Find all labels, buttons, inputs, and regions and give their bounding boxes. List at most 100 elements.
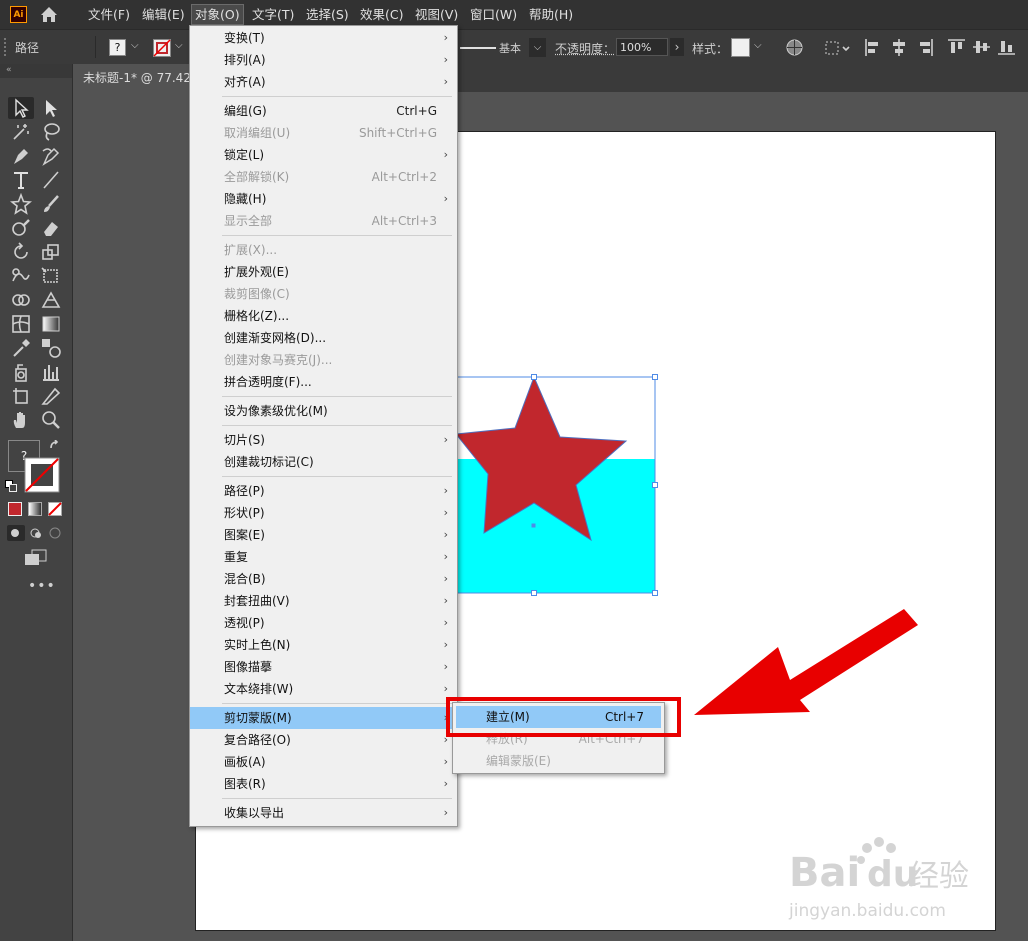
- object-menu-item[interactable]: 实时上色(N) ›: [190, 634, 457, 656]
- object-menu-item[interactable]: 切片(S) ›: [190, 429, 457, 451]
- magic-wand-tool-icon[interactable]: [10, 121, 32, 143]
- menu-object[interactable]: 对象(O): [191, 4, 244, 25]
- chevron-down-icon[interactable]: ⌵: [131, 40, 139, 51]
- swap-colors-icon[interactable]: [49, 440, 61, 452]
- align-right-icon[interactable]: [917, 39, 933, 56]
- object-menu-item[interactable]: 复合路径(O) ›: [190, 729, 457, 751]
- star-tool-icon[interactable]: [10, 193, 32, 215]
- lasso-tool-icon[interactable]: [40, 121, 62, 143]
- object-menu-item[interactable]: 文本绕排(W) ›: [190, 678, 457, 700]
- screen-mode-icon[interactable]: [24, 549, 48, 567]
- graphic-style-swatch[interactable]: [731, 38, 750, 57]
- warp-tool-icon[interactable]: [10, 265, 32, 287]
- rotate-tool-icon[interactable]: [10, 241, 32, 263]
- slice-tool-icon[interactable]: [40, 385, 62, 407]
- opacity-input[interactable]: 100%: [616, 38, 668, 56]
- gradient-tool-icon[interactable]: [40, 313, 62, 335]
- object-menu-item[interactable]: 封套扭曲(V) ›: [190, 590, 457, 612]
- object-menu-item[interactable]: 路径(P) ›: [190, 480, 457, 502]
- home-icon[interactable]: [40, 6, 58, 23]
- mesh-tool-icon[interactable]: [10, 313, 32, 335]
- column-graph-tool-icon[interactable]: [40, 361, 62, 383]
- object-menu-item[interactable]: 隐藏(H) ›: [190, 188, 457, 210]
- panel-grip[interactable]: [4, 38, 9, 56]
- object-menu-item[interactable]: 图像描摹 ›: [190, 656, 457, 678]
- color-mode-button[interactable]: [8, 502, 22, 516]
- menu-window[interactable]: 窗口(W): [467, 4, 520, 25]
- align-to-icon[interactable]: [825, 40, 851, 56]
- selection-tool-icon[interactable]: [10, 97, 32, 119]
- object-menu-item[interactable]: 创建裁切标记(C): [190, 451, 457, 473]
- object-menu-item[interactable]: 重复 ›: [190, 546, 457, 568]
- none-mode-button[interactable]: [48, 502, 62, 516]
- stroke-profile-label[interactable]: 基本: [499, 40, 521, 56]
- eyedropper-tool-icon[interactable]: [10, 337, 32, 359]
- align-top-icon[interactable]: [948, 39, 965, 55]
- chevron-down-icon[interactable]: ⌵: [175, 40, 183, 51]
- eraser-tool-icon[interactable]: [40, 217, 62, 239]
- stroke-color-box[interactable]: [24, 457, 60, 493]
- object-menu-item[interactable]: 形状(P) ›: [190, 502, 457, 524]
- curvature-tool-icon[interactable]: [40, 145, 62, 167]
- object-menu-item[interactable]: 栅格化(Z)...: [190, 305, 457, 327]
- free-transform-tool-icon[interactable]: [40, 265, 62, 287]
- chevron-down-icon[interactable]: ⌵: [754, 40, 762, 51]
- shape-builder-tool-icon[interactable]: [10, 289, 32, 311]
- menu-type[interactable]: 文字(T): [249, 4, 297, 25]
- object-menu-item[interactable]: 排列(A) ›: [190, 49, 457, 71]
- type-tool-icon[interactable]: [10, 169, 32, 191]
- collapse-icon[interactable]: «: [6, 65, 12, 75]
- document-tab[interactable]: 未标题-1* @ 77.42: [73, 64, 203, 92]
- artwork[interactable]: [430, 370, 670, 605]
- object-menu-item[interactable]: 图案(E) ›: [190, 524, 457, 546]
- object-menu-item[interactable]: 画板(A) ›: [190, 751, 457, 773]
- chevron-right-icon[interactable]: ›: [670, 38, 684, 56]
- object-menu-item[interactable]: 设为像素级优化(M): [190, 400, 457, 422]
- align-bottom-icon[interactable]: [998, 39, 1015, 55]
- fill-swatch[interactable]: ?: [109, 39, 126, 56]
- object-menu-item[interactable]: 透视(P) ›: [190, 612, 457, 634]
- zoom-tool-icon[interactable]: [40, 409, 62, 431]
- align-left-icon[interactable]: [865, 39, 881, 56]
- chevron-down-icon[interactable]: ⌵: [529, 38, 546, 57]
- scale-tool-icon[interactable]: [40, 241, 62, 263]
- more-tools-icon[interactable]: •••: [28, 578, 56, 594]
- draw-behind-icon[interactable]: [27, 525, 45, 541]
- perspective-grid-tool-icon[interactable]: [40, 289, 62, 311]
- opacity-label[interactable]: 不透明度：: [555, 40, 615, 57]
- object-menu-item[interactable]: 扩展外观(E): [190, 261, 457, 283]
- object-menu-item[interactable]: 混合(B) ›: [190, 568, 457, 590]
- object-menu-item[interactable]: 图表(R) ›: [190, 773, 457, 795]
- artboard-tool-icon[interactable]: [10, 385, 32, 407]
- hand-tool-icon[interactable]: [10, 409, 32, 431]
- menu-edit[interactable]: 编辑(E): [139, 4, 188, 25]
- direct-selection-tool-icon[interactable]: [40, 97, 62, 119]
- stroke-swatch[interactable]: [153, 39, 171, 57]
- object-menu-item[interactable]: 锁定(L) ›: [190, 144, 457, 166]
- object-menu-item[interactable]: 收集以导出 ›: [190, 802, 457, 824]
- align-vertical-center-icon[interactable]: [973, 39, 990, 55]
- shaper-tool-icon[interactable]: [10, 217, 32, 239]
- default-colors-icon[interactable]: [5, 480, 17, 492]
- menu-view[interactable]: 视图(V): [412, 4, 461, 25]
- draw-inside-icon[interactable]: [47, 525, 65, 541]
- draw-normal-icon[interactable]: [7, 525, 25, 541]
- menu-file[interactable]: 文件(F): [85, 4, 133, 25]
- recolor-icon[interactable]: [786, 39, 803, 56]
- menu-help[interactable]: 帮助(H): [526, 4, 576, 25]
- object-menu-item[interactable]: 拼合透明度(F)...: [190, 371, 457, 393]
- object-menu-item[interactable]: 创建渐变网格(D)...: [190, 327, 457, 349]
- menu-effect[interactable]: 效果(C): [357, 4, 406, 25]
- pen-tool-icon[interactable]: [10, 145, 32, 167]
- object-menu-item[interactable]: 变换(T) ›: [190, 27, 457, 49]
- object-menu-item[interactable]: 编组(G) Ctrl+G: [190, 100, 457, 122]
- menu-select[interactable]: 选择(S): [303, 4, 352, 25]
- paintbrush-tool-icon[interactable]: [40, 193, 62, 215]
- blend-tool-icon[interactable]: [40, 337, 62, 359]
- gradient-mode-button[interactable]: [28, 502, 42, 516]
- object-menu-item[interactable]: 对齐(A) ›: [190, 71, 457, 93]
- line-tool-icon[interactable]: [40, 169, 62, 191]
- align-center-icon[interactable]: [891, 39, 907, 56]
- symbol-sprayer-tool-icon[interactable]: [10, 361, 32, 383]
- object-menu-item[interactable]: 剪切蒙版(M) ›: [190, 707, 457, 729]
